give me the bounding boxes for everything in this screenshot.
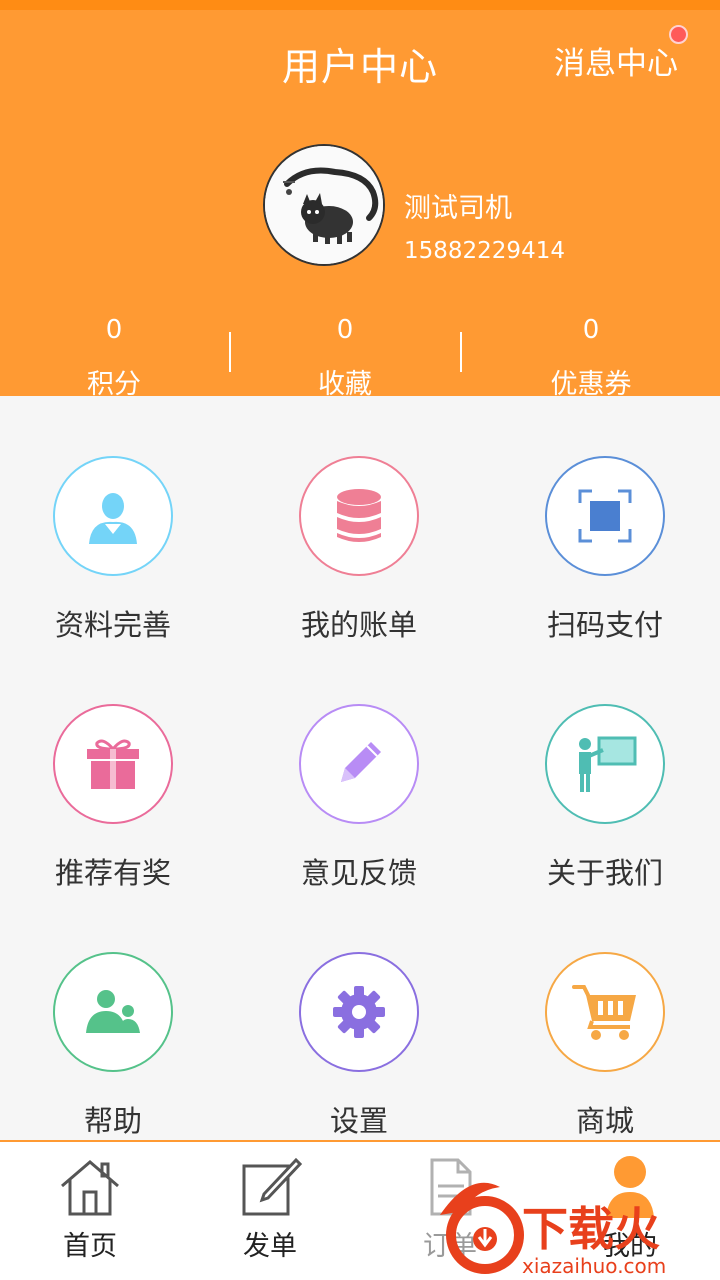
user-center-header: 用户中心 消息中心 测试司机 15882229414 0 积分 0 收藏 0 优…: [0, 0, 720, 400]
cat-avatar-image: [265, 146, 383, 264]
pencil-icon: [299, 704, 419, 824]
avatar[interactable]: [263, 144, 385, 266]
favorites-value: 0: [336, 315, 354, 345]
tab-post-order-label: 发单: [243, 1231, 297, 1262]
status-strip: [0, 0, 720, 10]
grid-label-bill: 我的账单: [300, 608, 417, 642]
home-icon: [61, 1160, 119, 1216]
user-name: 测试司机: [404, 193, 512, 224]
grid-label-mall: 商城: [575, 1104, 634, 1138]
grid-item-bill[interactable]: 我的账单: [249, 456, 469, 644]
gear-icon: [299, 952, 419, 1072]
tab-post-order[interactable]: 发单: [210, 1156, 330, 1263]
grid-label-referral: 推荐有奖: [54, 856, 171, 890]
message-center-button[interactable]: 消息中心: [554, 38, 678, 83]
message-badge-dot: [669, 25, 688, 44]
points-label: 积分: [87, 369, 141, 400]
grid-label-settings: 设置: [329, 1104, 388, 1138]
grid-item-settings[interactable]: 设置: [249, 952, 469, 1140]
stat-coupons[interactable]: 0 优惠券: [501, 312, 681, 401]
user-phone: 15882229414: [404, 238, 565, 264]
coupons-label: 优惠券: [550, 369, 632, 400]
people-icon: [53, 952, 173, 1072]
grid-label-about: 关于我们: [546, 856, 663, 890]
tab-home-label: 首页: [63, 1231, 117, 1262]
grid-item-about[interactable]: 关于我们: [495, 704, 715, 892]
xiazaihuo-watermark: 下载火 xiazaihuo.com: [430, 1175, 720, 1280]
grid-item-help[interactable]: 帮助: [3, 952, 223, 1140]
scan-icon: [545, 456, 665, 576]
grid-label-feedback: 意见反馈: [300, 856, 417, 890]
points-value: 0: [105, 315, 123, 345]
grid-label-help: 帮助: [83, 1104, 142, 1138]
stat-divider: [229, 332, 231, 372]
tab-home[interactable]: 首页: [30, 1156, 150, 1263]
grid-label-profile: 资料完善: [54, 608, 171, 642]
grid-item-scan[interactable]: 扫码支付: [495, 456, 715, 644]
database-bill-icon: [299, 456, 419, 576]
presentation-icon: [545, 704, 665, 824]
coupons-value: 0: [582, 315, 600, 345]
favorites-label: 收藏: [318, 369, 372, 400]
stat-points[interactable]: 0 积分: [24, 312, 204, 401]
grid-item-mall[interactable]: 商城: [495, 952, 715, 1140]
grid-label-scan: 扫码支付: [546, 608, 663, 642]
stat-divider: [460, 332, 462, 372]
shopping-cart-icon: [545, 952, 665, 1072]
gift-icon: [53, 704, 173, 824]
watermark-domain: xiazaihuo.com: [522, 1254, 666, 1278]
grid-item-profile[interactable]: 资料完善: [3, 456, 223, 644]
user-profile-icon: [53, 456, 173, 576]
watermark-logo: 下载火 xiazaihuo.com: [440, 1182, 666, 1278]
grid-item-referral[interactable]: 推荐有奖: [3, 704, 223, 892]
watermark-brand: 下载火: [522, 1202, 660, 1256]
edit-icon: [242, 1157, 303, 1216]
grid-item-feedback[interactable]: 意见反馈: [249, 704, 469, 892]
stat-favorites[interactable]: 0 收藏: [255, 312, 435, 401]
